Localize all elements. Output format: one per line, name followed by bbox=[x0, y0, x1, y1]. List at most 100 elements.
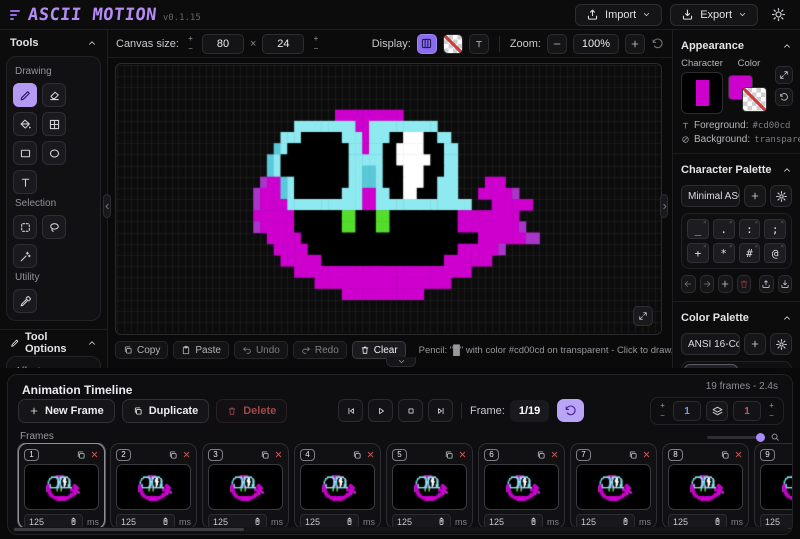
export-button[interactable]: Export bbox=[670, 4, 758, 26]
collapse-left-panel-tab[interactable] bbox=[103, 194, 111, 218]
scrollbar-thumb[interactable] bbox=[14, 528, 244, 531]
character-key[interactable]: _ bbox=[687, 219, 709, 239]
move-character-right-button[interactable] bbox=[700, 275, 715, 293]
zoom-value[interactable]: 100% bbox=[573, 34, 619, 54]
delete-frame-icon[interactable] bbox=[274, 450, 283, 459]
delete-frame-icon[interactable] bbox=[90, 450, 99, 459]
character-palette-preset-dropdown[interactable]: Minimal ASC bbox=[681, 185, 740, 207]
background-color-swatch[interactable] bbox=[742, 87, 767, 112]
add-character-palette-button[interactable] bbox=[744, 185, 766, 207]
slider-knob[interactable] bbox=[756, 433, 765, 442]
character-key[interactable]: + bbox=[687, 243, 709, 263]
drawing-canvas[interactable] bbox=[115, 63, 662, 335]
frame-thumbnail[interactable] bbox=[208, 464, 283, 510]
canvas-height-input[interactable]: 24 bbox=[262, 34, 304, 54]
delete-frame-icon[interactable] bbox=[458, 450, 467, 459]
character-key[interactable]: @ bbox=[764, 243, 786, 263]
frame-card[interactable]: 8125ms bbox=[662, 443, 749, 529]
onion-skin-toggle-button[interactable] bbox=[706, 401, 728, 421]
swap-reset-colors-button[interactable] bbox=[775, 88, 793, 106]
frame-thumbnail[interactable] bbox=[484, 464, 559, 510]
character-key[interactable]: * bbox=[713, 243, 735, 263]
expand-color-picker-button[interactable] bbox=[775, 66, 793, 84]
duplicate-frame-icon[interactable] bbox=[352, 450, 362, 460]
stop-button[interactable] bbox=[398, 399, 423, 422]
frame-card[interactable]: 1125ms bbox=[18, 443, 105, 529]
duplicate-frame-icon[interactable] bbox=[168, 450, 178, 460]
collapse-timeline-tab[interactable] bbox=[386, 357, 416, 367]
frame-thumbnail[interactable] bbox=[576, 464, 651, 510]
new-frame-button[interactable]: New Frame bbox=[18, 399, 115, 423]
delete-frame-button[interactable]: Delete bbox=[216, 399, 287, 423]
theme-toggle-button[interactable] bbox=[766, 4, 790, 26]
fill-tool-button[interactable] bbox=[13, 112, 37, 136]
character-key[interactable]: ; bbox=[764, 219, 786, 239]
eyedropper-tool-button[interactable] bbox=[13, 289, 37, 313]
display-characters-toggle[interactable] bbox=[469, 34, 489, 54]
zoom-in-button[interactable] bbox=[625, 34, 645, 54]
duplicate-frame-icon[interactable] bbox=[444, 450, 454, 460]
canvas-surface[interactable] bbox=[117, 65, 662, 333]
copy-button[interactable]: Copy bbox=[115, 341, 168, 359]
select-tool-button[interactable] bbox=[13, 215, 37, 239]
canvas-width-input[interactable]: 80 bbox=[202, 34, 244, 54]
frame-thumbnail[interactable] bbox=[300, 464, 375, 510]
onion-prev-stepper[interactable]: +− bbox=[657, 402, 668, 420]
redo-button[interactable]: Redo bbox=[293, 341, 347, 359]
canvas-width-stepper[interactable]: +− bbox=[185, 35, 196, 53]
loop-toggle-button[interactable] bbox=[557, 399, 584, 422]
onion-next-stepper[interactable]: +− bbox=[766, 402, 777, 420]
export-palette-button[interactable] bbox=[759, 275, 774, 293]
frame-thumbnail[interactable] bbox=[668, 464, 743, 510]
magic-wand-tool-button[interactable] bbox=[13, 244, 37, 268]
import-palette-button[interactable] bbox=[778, 275, 793, 293]
zoom-reset-icon[interactable] bbox=[651, 37, 664, 50]
character-palette-section-header[interactable]: Character Palette bbox=[681, 160, 792, 180]
frames-scrollbar[interactable] bbox=[12, 527, 788, 532]
lasso-tool-button[interactable] bbox=[42, 215, 66, 239]
onion-next-count[interactable]: 1 bbox=[733, 401, 761, 421]
duplicate-frame-icon[interactable] bbox=[260, 450, 270, 460]
skip-to-end-button[interactable] bbox=[428, 399, 453, 422]
frame-card[interactable]: 3125ms bbox=[202, 443, 289, 529]
slider-track[interactable] bbox=[707, 436, 765, 439]
color-palette-preset-dropdown[interactable]: ANSI 16-Col bbox=[681, 333, 740, 355]
character-key[interactable]: : bbox=[739, 219, 761, 239]
character-key[interactable]: . bbox=[713, 219, 735, 239]
frame-thumbnail[interactable] bbox=[116, 464, 191, 510]
collapse-right-panel-tab[interactable] bbox=[660, 194, 668, 218]
play-button[interactable] bbox=[368, 399, 393, 422]
duplicate-frame-button[interactable]: Duplicate bbox=[122, 399, 210, 423]
frame-card[interactable]: 2125ms bbox=[110, 443, 197, 529]
frame-thumbnail[interactable] bbox=[24, 464, 99, 510]
frame-card[interactable]: 6125ms bbox=[478, 443, 565, 529]
eraser-tool-button[interactable] bbox=[42, 83, 66, 107]
onion-prev-count[interactable]: 1 bbox=[673, 401, 701, 421]
duplicate-frame-icon[interactable] bbox=[76, 450, 86, 460]
skip-to-start-button[interactable] bbox=[338, 399, 363, 422]
delete-frame-icon[interactable] bbox=[642, 450, 651, 459]
color-palette-settings-button[interactable] bbox=[770, 333, 792, 355]
frame-thumbnail[interactable] bbox=[760, 464, 792, 510]
import-button[interactable]: Import bbox=[575, 4, 662, 26]
delete-character-button[interactable] bbox=[737, 275, 752, 293]
canvas-height-stepper[interactable]: +− bbox=[310, 35, 321, 53]
paste-button[interactable]: Paste bbox=[173, 341, 229, 359]
pencil-tool-button[interactable] bbox=[13, 83, 37, 107]
frame-card[interactable]: 7125ms bbox=[570, 443, 657, 529]
character-palette-settings-button[interactable] bbox=[770, 185, 792, 207]
character-key[interactable]: # bbox=[739, 243, 761, 263]
display-grid-toggle[interactable] bbox=[417, 34, 437, 54]
timeline-zoom-slider[interactable] bbox=[707, 432, 780, 442]
move-character-left-button[interactable] bbox=[681, 275, 696, 293]
text-tool-button[interactable] bbox=[13, 170, 37, 194]
zoom-out-button[interactable] bbox=[547, 34, 567, 54]
frame-card[interactable]: 4125ms bbox=[294, 443, 381, 529]
character-preview[interactable] bbox=[681, 72, 723, 114]
duplicate-frame-icon[interactable] bbox=[536, 450, 546, 460]
rectangle-tool-button[interactable] bbox=[13, 141, 37, 165]
color-palette-section-header[interactable]: Color Palette bbox=[681, 308, 792, 328]
duplicate-frame-icon[interactable] bbox=[720, 450, 730, 460]
frame-card[interactable]: 5125ms bbox=[386, 443, 473, 529]
undo-button[interactable]: Undo bbox=[234, 341, 288, 359]
